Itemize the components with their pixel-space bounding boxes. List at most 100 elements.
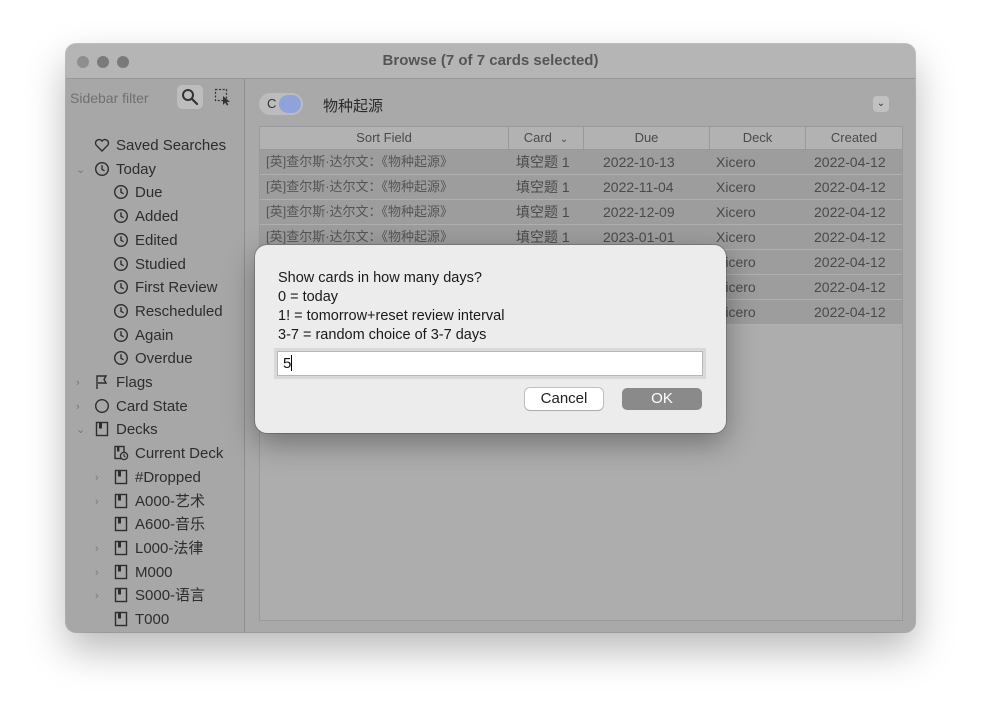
sidebar-item[interactable]: ⌄ Today (76, 159, 157, 181)
chevron-right-icon[interactable]: › (95, 562, 99, 584)
table-cell: 2022-04-12 (814, 304, 886, 320)
sidebar-item[interactable]: › L000-法律 (95, 538, 204, 560)
clock-icon (113, 232, 129, 248)
column-header-deck[interactable]: Deck (710, 127, 806, 149)
sidebar-item[interactable]: Overdue (113, 348, 193, 370)
deck-icon (113, 540, 129, 556)
sidebar-item[interactable]: › S000-语言 (95, 585, 205, 607)
clock-icon (113, 350, 129, 366)
table-cell: Xicero (716, 154, 756, 170)
sidebar-item[interactable]: Current Deck (113, 443, 223, 465)
sidebar: Sidebar filter Saved Searches ⌄ Today Due Ad… (66, 79, 245, 632)
chevron-down-icon[interactable]: ⌄ (873, 96, 889, 112)
sidebar-item[interactable]: Saved Searches (94, 135, 226, 157)
sidebar-item-label: L000-法律 (135, 539, 204, 557)
toggle-label: C (267, 96, 277, 111)
sidebar-item-label: #Dropped (135, 468, 201, 486)
selection-tool-icon (214, 88, 230, 106)
chevron-right-icon[interactable]: › (95, 491, 99, 513)
column-header-due[interactable]: Due (584, 127, 710, 149)
table-cell: 填空题 1 (516, 204, 570, 220)
sidebar-item[interactable]: Due (113, 182, 163, 204)
clock-icon (94, 161, 110, 177)
toggle-knob (279, 95, 301, 113)
sidebar-item-label: Again (135, 326, 174, 344)
column-header-created[interactable]: Created (806, 127, 902, 149)
cards-notes-toggle[interactable]: C (259, 93, 303, 115)
sidebar-item-label: Current Deck (135, 445, 224, 463)
chevron-right-icon[interactable]: › (76, 372, 80, 394)
sidebar-item[interactable]: Again (113, 325, 173, 347)
sidebar-item-label: Due (135, 184, 163, 202)
clock-icon (113, 256, 129, 272)
column-header-sort-field[interactable]: Sort Field (260, 127, 509, 149)
table-cell: Xicero (716, 254, 756, 270)
sidebar-item[interactable]: A600-音乐 (113, 514, 205, 536)
sidebar-item-label: M000 (135, 563, 173, 581)
chevron-down-icon[interactable]: ⌄ (76, 419, 85, 441)
dialog-prompt-line: 3-7 = random choice of 3-7 days (278, 327, 487, 343)
chevron-right-icon[interactable]: › (95, 585, 99, 607)
sidebar-item[interactable]: First Review (113, 277, 218, 299)
table-row[interactable]: [英]查尔斯·达尔文：《物种起源》 填空题 1 2022-11-04 Xicero 20… (260, 175, 902, 200)
sidebar-item[interactable]: › M000 (95, 562, 173, 584)
table-row[interactable]: [英]查尔斯·达尔文：《物种起源》 填空题 1 2022-10-13 Xicero 20… (260, 150, 902, 175)
flag-icon (94, 374, 110, 390)
sidebar-item[interactable]: Studied (113, 254, 186, 276)
table-cell: 填空题 1 (516, 179, 570, 195)
table-cell: 2022-04-12 (814, 179, 886, 195)
dialog-prompt-line: 1! = tomorrow+reset review interval (278, 308, 505, 324)
table-cell: Xicero (716, 179, 756, 195)
current-deck-icon (113, 445, 129, 461)
sidebar-select-tool-button[interactable] (210, 85, 236, 109)
chevron-right-icon[interactable]: › (95, 538, 99, 560)
days-input[interactable]: 5 (277, 351, 703, 376)
days-input-value: 5 (283, 355, 292, 372)
search-icon (182, 89, 199, 106)
sidebar-item[interactable]: T000 (113, 609, 169, 631)
sidebar-item-label: First Review (135, 279, 218, 297)
table-cell: 填空题 1 (516, 154, 570, 170)
sidebar-item[interactable]: › #Dropped (95, 467, 201, 489)
search-input[interactable]: 物种起源 ⌄ (315, 92, 893, 116)
table-row[interactable]: [英]查尔斯·达尔文：《物种起源》 填空题 1 2022-12-09 Xicero 20… (260, 200, 902, 225)
window-title: Browse (7 of 7 cards selected) (382, 52, 599, 69)
chevron-down-icon[interactable]: ⌄ (76, 159, 85, 181)
table-cell: 2022-10-13 (603, 154, 675, 170)
cancel-button[interactable]: Cancel (525, 388, 603, 410)
sidebar-item-label: Today (116, 160, 157, 178)
table-cell: 2022-04-12 (814, 229, 886, 245)
sidebar-item-label: Card State (116, 397, 188, 415)
table-cell: 2022-04-12 (814, 204, 886, 220)
sidebar-filter-input[interactable]: Sidebar filter (70, 87, 170, 109)
column-header-card[interactable]: Card ⌄ (509, 127, 584, 149)
table-cell: 2022-11-04 (603, 179, 674, 195)
deck-icon (113, 611, 129, 627)
sidebar-item[interactable]: Edited (113, 230, 178, 252)
chevron-right-icon[interactable]: › (95, 467, 99, 489)
deck-icon (113, 493, 129, 509)
ok-button[interactable]: OK (622, 388, 702, 410)
circle-icon (94, 398, 110, 414)
table-header: Sort Field Card ⌄ Due Deck Created (260, 127, 902, 150)
table-cell: [英]查尔斯·达尔文：《物种起源》 (266, 179, 454, 194)
search-value: 物种起源 (323, 98, 384, 115)
sidebar-search-button[interactable] (177, 85, 203, 109)
clock-icon (113, 279, 129, 295)
chevron-right-icon[interactable]: › (76, 396, 80, 418)
deck-icon (113, 469, 129, 485)
sidebar-item[interactable]: › A000-艺术 (95, 491, 205, 513)
sidebar-item[interactable]: › Flags (76, 372, 153, 394)
column-header-card-label: Card (523, 130, 552, 145)
table-cell: Xicero (716, 229, 756, 245)
heart-icon (94, 137, 110, 153)
sidebar-item[interactable]: Added (113, 206, 178, 228)
sidebar-item[interactable]: › Card State (76, 396, 188, 418)
table-cell: [英]查尔斯·达尔文：《物种起源》 (266, 154, 454, 169)
sidebar-item[interactable]: ⌄ Decks (76, 419, 158, 441)
sidebar-item-label: Rescheduled (135, 302, 223, 320)
sidebar-item[interactable]: Rescheduled (113, 301, 223, 323)
sidebar-item-label: Decks (116, 421, 158, 439)
sidebar-item-label: A600-音乐 (135, 516, 206, 534)
table-cell: Xicero (716, 304, 756, 320)
